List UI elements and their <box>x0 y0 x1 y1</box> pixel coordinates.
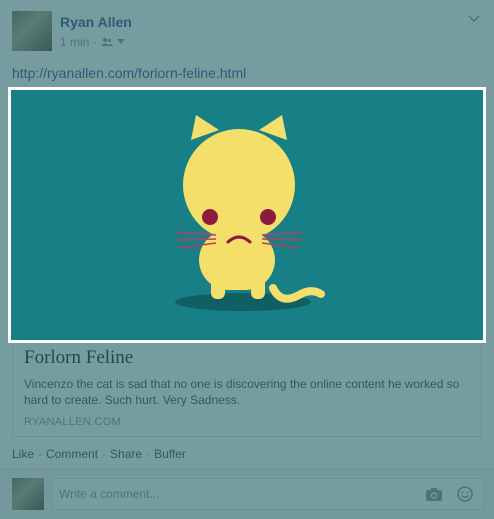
card-description: Vincenzo the cat is sad that no one is d… <box>24 377 460 407</box>
post-actions: Like · Comment · Share · Buffer <box>12 447 186 461</box>
comment-link[interactable]: Comment <box>46 447 98 461</box>
friends-icon[interactable] <box>101 37 114 47</box>
post-link[interactable]: http://ryanallen.com/forlorn-feline.html <box>12 65 246 81</box>
card-domain: RYANALLEN.COM <box>24 416 122 428</box>
like-link[interactable]: Like <box>12 447 34 461</box>
post-meta: 1 min · <box>60 35 126 49</box>
comment-input[interactable] <box>52 478 484 510</box>
card-title[interactable]: Forlorn Feline <box>24 347 133 369</box>
commenter-avatar <box>12 478 44 510</box>
share-link[interactable]: Share <box>110 447 142 461</box>
author-avatar[interactable] <box>12 11 52 51</box>
action-separator: · <box>146 447 151 461</box>
action-separator: · <box>102 447 107 461</box>
author-name[interactable]: Ryan Allen <box>60 14 132 30</box>
post-time[interactable]: 1 min <box>60 35 89 49</box>
camera-icon[interactable] <box>426 487 442 501</box>
sad-cat-illustration <box>11 90 483 340</box>
buffer-link[interactable]: Buffer <box>154 447 186 461</box>
meta-separator: · <box>93 35 98 49</box>
chevron-down-icon[interactable] <box>468 12 480 24</box>
audience-dropdown-icon[interactable] <box>117 39 126 45</box>
link-preview-image[interactable] <box>8 87 486 343</box>
smiley-icon[interactable] <box>457 486 473 502</box>
action-separator: · <box>38 447 43 461</box>
